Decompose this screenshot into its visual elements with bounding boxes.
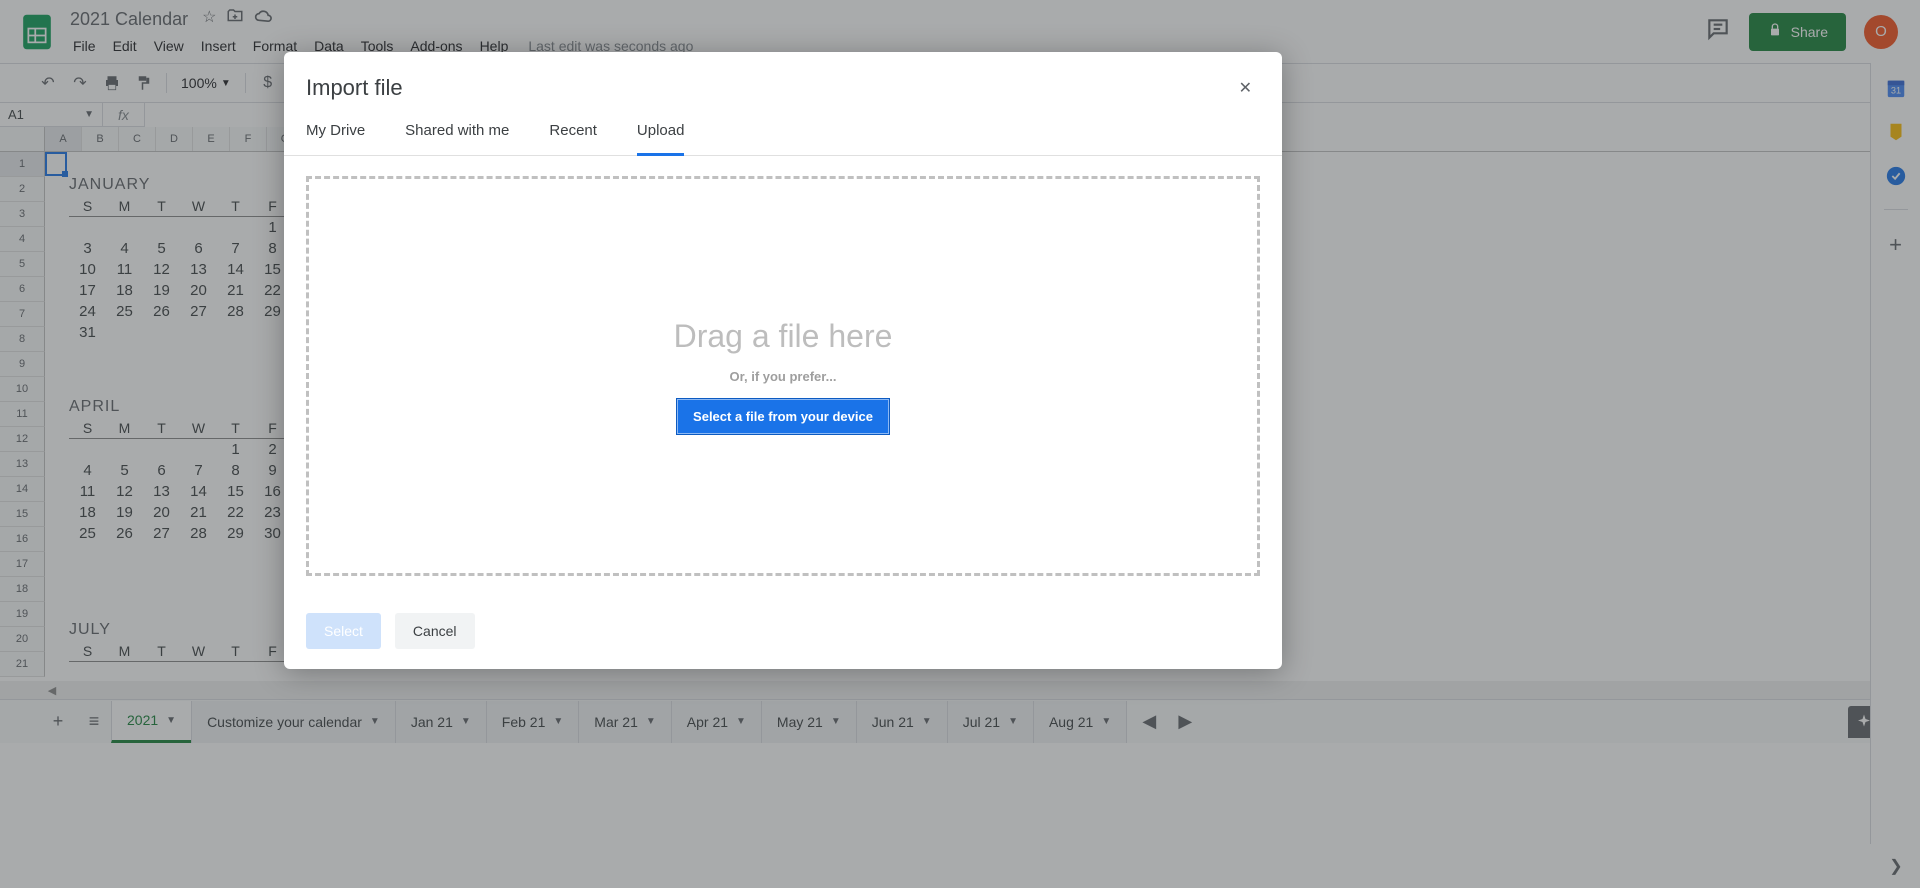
dropzone-title: Drag a file here (674, 318, 893, 355)
select-button[interactable]: Select (306, 613, 381, 649)
cancel-button[interactable]: Cancel (395, 613, 475, 649)
tab-shared-with-me[interactable]: Shared with me (405, 110, 509, 155)
tab-recent[interactable]: Recent (549, 110, 597, 155)
import-file-dialog: Import file ✕ My Drive Shared with me Re… (284, 52, 1282, 669)
tab-my-drive[interactable]: My Drive (306, 110, 365, 155)
close-icon[interactable]: ✕ (1231, 74, 1260, 102)
tab-upload[interactable]: Upload (637, 110, 685, 156)
select-file-button[interactable]: Select a file from your device (676, 398, 890, 435)
dropzone-subtitle: Or, if you prefer... (730, 369, 837, 384)
dialog-title: Import file (306, 75, 1231, 101)
file-dropzone[interactable]: Drag a file here Or, if you prefer... Se… (306, 176, 1260, 576)
dialog-tabs: My Drive Shared with me Recent Upload (284, 110, 1282, 156)
